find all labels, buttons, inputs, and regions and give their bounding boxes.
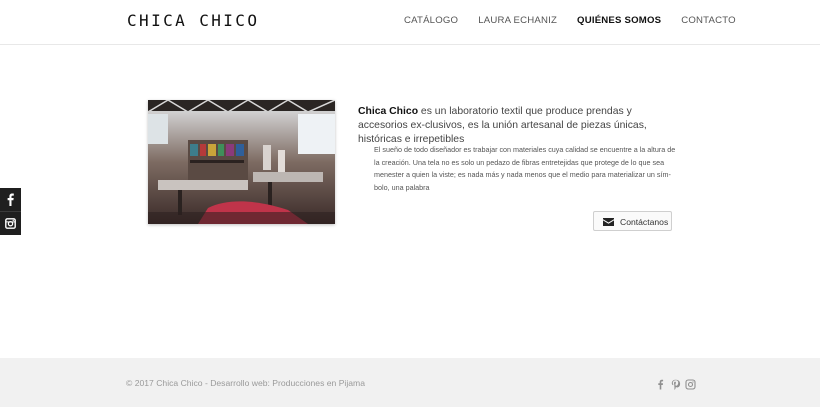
main-nav: CATÁLOGO LAURA ECHANIZ QUIÉNES SOMOS CON… bbox=[404, 15, 736, 26]
nav-laura-echaniz[interactable]: LAURA ECHANIZ bbox=[478, 15, 557, 26]
side-social-bar bbox=[0, 188, 21, 235]
brand-name: Chica Chico bbox=[358, 106, 419, 117]
site-footer: © 2017 Chica Chico - Desarrollo web: Pro… bbox=[0, 358, 820, 407]
nav-contacto[interactable]: CONTACTO bbox=[681, 15, 736, 26]
workshop-photo bbox=[148, 100, 335, 224]
copyright-text: © 2017 Chica Chico - Desarrollo web: bbox=[126, 378, 273, 388]
instagram-icon[interactable] bbox=[685, 377, 696, 390]
instagram-icon bbox=[5, 218, 16, 229]
intro-body: El sueño de todo diseñador es trabajar c… bbox=[374, 145, 676, 192]
side-facebook-link[interactable] bbox=[0, 188, 21, 211]
workshop-image bbox=[148, 100, 335, 224]
facebook-icon[interactable] bbox=[655, 377, 666, 390]
site-header: CHICA CHICO CATÁLOGO LAURA ECHANIZ QUIÉN… bbox=[0, 0, 820, 45]
site-logo[interactable]: CHICA CHICO bbox=[127, 11, 259, 30]
side-instagram-link[interactable] bbox=[0, 211, 21, 234]
contact-button-label: Contáctanos bbox=[620, 217, 669, 227]
facebook-icon bbox=[7, 193, 14, 206]
contact-button[interactable]: Contáctanos bbox=[593, 211, 672, 231]
credit-link[interactable]: Producciones en Pijama bbox=[272, 378, 365, 388]
footer-social bbox=[655, 377, 700, 390]
nav-catalogo[interactable]: CATÁLOGO bbox=[404, 15, 458, 26]
intro-lead: Chica Chico es un laboratorio textil que… bbox=[358, 105, 676, 147]
envelope-icon bbox=[603, 218, 614, 226]
nav-quienes-somos[interactable]: QUIÉNES SOMOS bbox=[577, 15, 661, 26]
pinterest-icon[interactable] bbox=[670, 377, 681, 390]
copyright: © 2017 Chica Chico - Desarrollo web: Pro… bbox=[126, 378, 365, 388]
